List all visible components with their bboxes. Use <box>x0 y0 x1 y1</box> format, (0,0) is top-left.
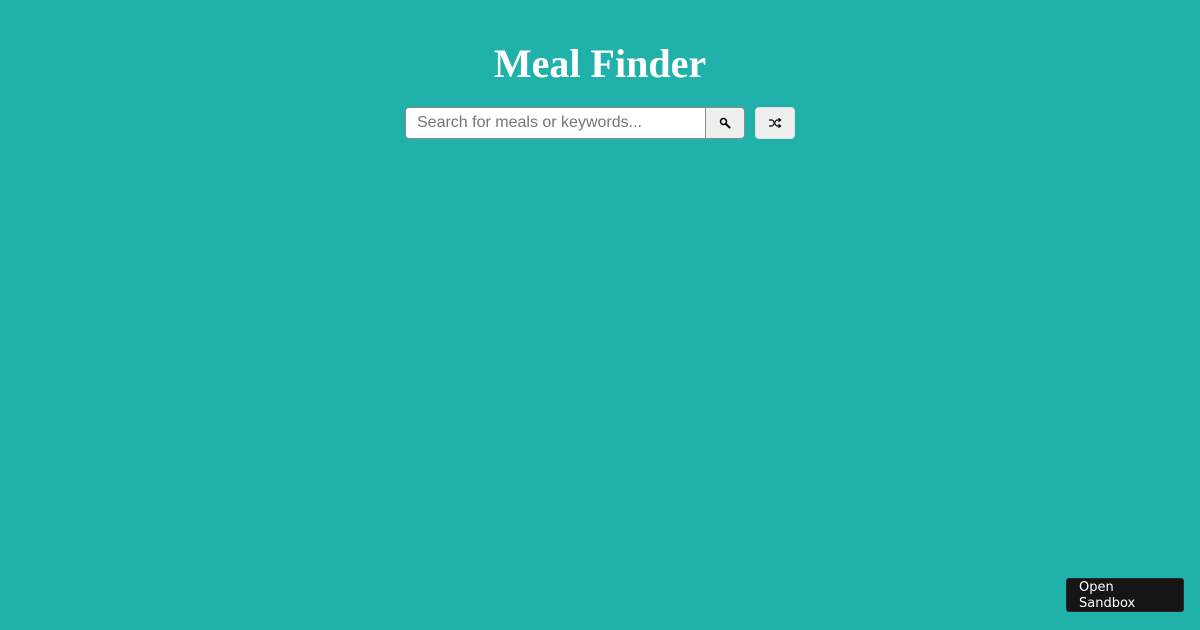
shuffle-icon <box>768 117 782 129</box>
open-sandbox-button[interactable]: Open Sandbox <box>1066 578 1184 612</box>
search-button[interactable] <box>705 107 745 139</box>
page-title: Meal Finder <box>493 41 707 86</box>
search-form <box>405 107 795 139</box>
search-input[interactable] <box>405 107 705 139</box>
search-icon <box>719 117 731 129</box>
open-sandbox-label: Open Sandbox <box>1079 580 1136 611</box>
random-meal-button[interactable] <box>755 107 795 139</box>
meal-finder-page: Meal Finder Open Sandbox <box>0 0 1200 630</box>
